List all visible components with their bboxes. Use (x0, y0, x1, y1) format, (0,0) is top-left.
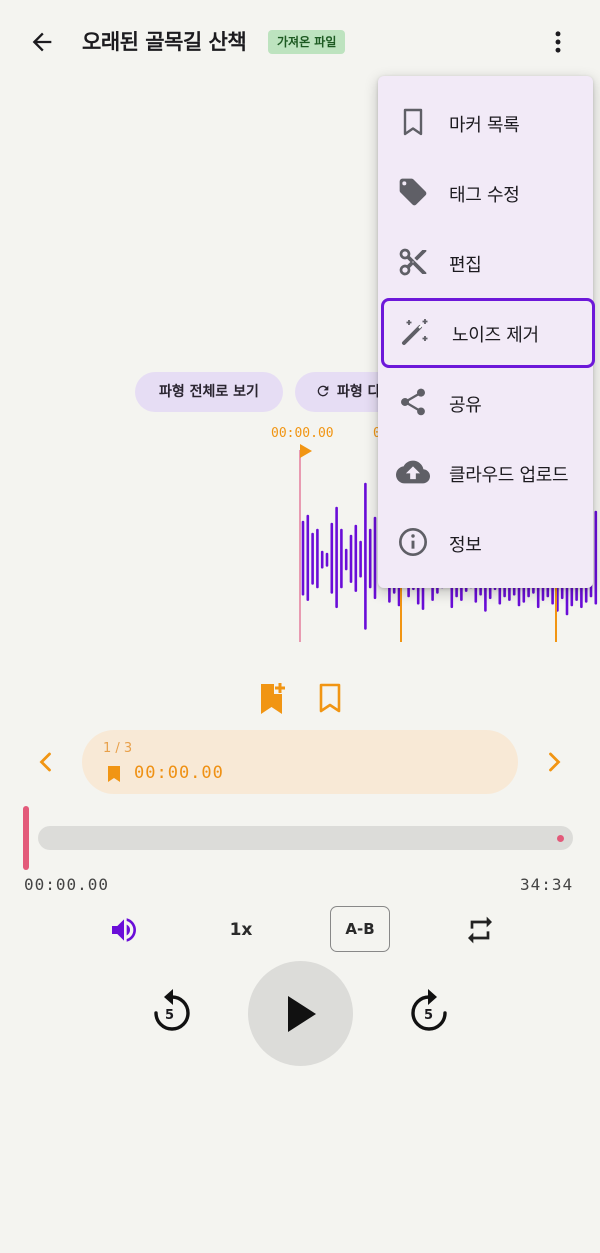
menu-item-info[interactable]: 정보 (378, 508, 593, 578)
menu-item-cloud-upload[interactable]: 클라우드 업로드 (378, 438, 593, 508)
volume-button[interactable] (104, 910, 144, 950)
seek-bar[interactable] (38, 826, 573, 850)
previous-marker-button[interactable] (30, 745, 62, 779)
menu-item-label: 정보 (449, 535, 482, 556)
more-vert-icon (555, 31, 561, 53)
play-icon (287, 995, 316, 1032)
menu-item-label: 마커 목록 (449, 115, 520, 136)
playback-speed-button[interactable]: 1x (216, 910, 266, 950)
chevron-left-icon (39, 752, 51, 772)
menu-item-noise-removal[interactable]: 노이즈 제거 (381, 298, 595, 368)
ab-repeat-button[interactable]: A-B (330, 906, 390, 952)
repeat-button[interactable] (460, 910, 500, 950)
page-title: 오래된 골목길 산책 (82, 30, 247, 54)
chevron-right-icon (549, 752, 561, 772)
arrow-left-icon (32, 32, 52, 52)
volume-icon (112, 918, 136, 942)
tag-icon (396, 175, 430, 209)
menu-item-edit[interactable]: 편집 (378, 228, 593, 298)
top-app-bar: 오래된 골목길 산책 가져온 파일 (0, 0, 600, 84)
cloud-upload-icon (396, 455, 430, 489)
bookmark-icon (108, 766, 120, 782)
rewind-5-button[interactable]: 5 (148, 986, 196, 1038)
menu-item-label: 노이즈 제거 (452, 325, 539, 346)
repeat-icon (468, 916, 492, 944)
overflow-menu: 마커 목록 태그 수정 편집 노이즈 제거 공유 클라우드 업로드 정보 (378, 76, 595, 588)
current-marker-card[interactable]: 1 / 3 00:00.00 (82, 730, 518, 794)
imported-file-badge: 가져온 파일 (268, 30, 346, 54)
play-button[interactable] (248, 961, 353, 1066)
current-time: 00:00.00 (24, 875, 110, 894)
marker-actions (0, 680, 600, 716)
magic-wand-icon (399, 315, 433, 349)
refresh-icon (317, 385, 329, 397)
marker-list-button[interactable] (316, 682, 344, 714)
rewind-seconds: 5 (165, 1008, 175, 1023)
bookmark-add-icon (261, 683, 285, 714)
bookmark-icon (396, 105, 430, 139)
scissors-icon (396, 245, 430, 279)
bookmark-outline-icon (319, 683, 341, 713)
menu-item-label: 편집 (449, 255, 482, 276)
share-icon (396, 385, 430, 419)
seek-handle[interactable] (23, 806, 29, 870)
seek-end-marker (557, 835, 564, 842)
add-marker-button[interactable] (256, 680, 288, 716)
menu-item-label: 클라우드 업로드 (449, 465, 569, 486)
marker-count: 1 / 3 (103, 741, 133, 756)
marker-time: 00:00.00 (134, 763, 224, 783)
total-time: 34:34 (520, 875, 574, 894)
next-marker-button[interactable] (538, 745, 570, 779)
forward-5-button[interactable]: 5 (405, 986, 453, 1038)
menu-item-share[interactable]: 공유 (378, 368, 593, 438)
forward-seconds: 5 (424, 1008, 434, 1023)
back-button[interactable] (22, 22, 62, 62)
marker-flag-head (300, 444, 312, 458)
menu-item-label: 공유 (449, 395, 482, 416)
info-icon (396, 525, 430, 559)
menu-item-marker-list[interactable]: 마커 목록 (378, 88, 593, 158)
more-options-button[interactable] (540, 22, 576, 62)
menu-item-edit-tags[interactable]: 태그 수정 (378, 158, 593, 228)
menu-item-label: 태그 수정 (449, 185, 520, 206)
view-full-waveform-button[interactable]: 파형 전체로 보기 (135, 372, 283, 412)
